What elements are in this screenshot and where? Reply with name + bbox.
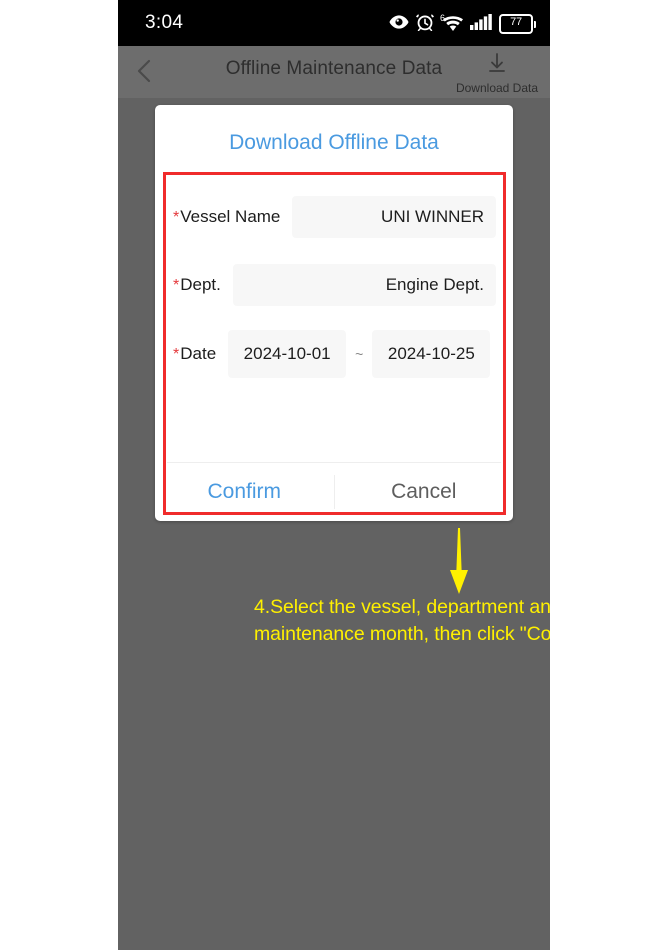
annotation-text: 4.Select the vessel, department and targ… bbox=[254, 596, 550, 645]
required-marker: * bbox=[173, 209, 180, 226]
wifi-icon: 6 bbox=[440, 13, 463, 33]
date-start-input[interactable]: 2024-10-01 bbox=[228, 330, 347, 378]
form-row-dept: * Dept. Engine Dept. bbox=[173, 240, 496, 308]
download-data-label: Download Data bbox=[455, 81, 539, 95]
vessel-name-select[interactable]: UNI WINNER bbox=[292, 196, 496, 238]
form-row-vessel-name: * Vessel Name UNI WINNER bbox=[173, 172, 496, 240]
dialog-form: * Vessel Name UNI WINNER * Dept. Engine … bbox=[163, 172, 506, 380]
date-range-separator: ~ bbox=[355, 346, 364, 362]
dialog-action-bar: Confirm Cancel bbox=[155, 463, 513, 521]
battery-level-label: 77 bbox=[499, 14, 533, 34]
download-offline-data-dialog: Download Offline Data * Vessel Name UNI … bbox=[155, 105, 513, 521]
alarm-icon bbox=[416, 13, 434, 36]
cancel-button[interactable]: Cancel bbox=[335, 463, 514, 521]
dept-label-text: Dept. bbox=[180, 275, 221, 294]
signal-icon bbox=[470, 13, 492, 35]
battery-tip bbox=[534, 20, 536, 28]
status-time: 3:04 bbox=[145, 12, 184, 33]
battery-icon: 77 bbox=[499, 14, 536, 34]
vessel-name-label: * Vessel Name bbox=[173, 207, 280, 227]
date-end-input[interactable]: 2024-10-25 bbox=[372, 330, 491, 378]
dept-label: * Dept. bbox=[173, 275, 221, 295]
required-marker: * bbox=[173, 346, 180, 363]
date-label-text: Date bbox=[180, 344, 217, 363]
form-row-date: * Date 2024-10-01 ~ 2024-10-25 bbox=[173, 308, 496, 380]
app-header: Offline Maintenance Data Download Data bbox=[118, 46, 550, 98]
annotation-down-arrow-icon bbox=[445, 528, 473, 594]
dept-select[interactable]: Engine Dept. bbox=[232, 264, 496, 306]
required-marker: * bbox=[173, 277, 180, 294]
status-bar: 3:04 6 77 bbox=[118, 0, 550, 46]
status-icon-group: 6 77 bbox=[389, 13, 536, 35]
confirm-button[interactable]: Confirm bbox=[155, 463, 334, 521]
date-label: * Date bbox=[173, 344, 216, 364]
vessel-name-label-text: Vessel Name bbox=[180, 207, 281, 226]
download-icon bbox=[446, 53, 548, 80]
dialog-title: Download Offline Data bbox=[229, 131, 439, 154]
download-data-button[interactable]: Download Data bbox=[446, 53, 548, 95]
eye-icon bbox=[389, 14, 409, 35]
